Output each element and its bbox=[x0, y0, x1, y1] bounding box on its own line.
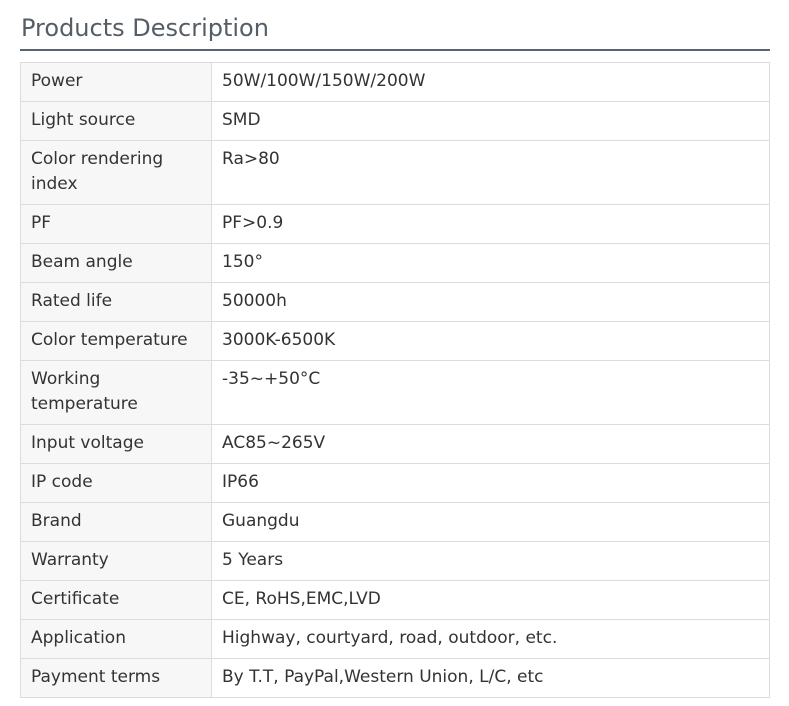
spec-value: CE, RoHS,EMC,LVD bbox=[211, 580, 770, 620]
table-row: Input voltage AC85~265V bbox=[20, 424, 770, 464]
spec-value: AC85~265V bbox=[211, 424, 770, 464]
spec-label: Light source bbox=[20, 101, 212, 141]
spec-value: Guangdu bbox=[211, 502, 770, 542]
spec-label: Color temperature bbox=[20, 321, 212, 361]
spec-value: 3000K-6500K bbox=[211, 321, 770, 361]
spec-label: Certificate bbox=[20, 580, 212, 620]
table-row: Warranty 5 Years bbox=[20, 541, 770, 581]
table-row: IP code IP66 bbox=[20, 463, 770, 503]
table-row: PF PF>0.9 bbox=[20, 204, 770, 244]
table-row: Light source SMD bbox=[20, 101, 770, 141]
spec-label: Power bbox=[20, 62, 212, 102]
product-description-section: Products Description Power 50W/100W/150W… bbox=[0, 0, 789, 698]
spec-value: 150° bbox=[211, 243, 770, 283]
spec-label: PF bbox=[20, 204, 212, 244]
table-row: Rated life 50000h bbox=[20, 282, 770, 322]
spec-value: 5 Years bbox=[211, 541, 770, 581]
table-row: Certificate CE, RoHS,EMC,LVD bbox=[20, 580, 770, 620]
table-row: Brand Guangdu bbox=[20, 502, 770, 542]
spec-value: Ra>80 bbox=[211, 140, 770, 205]
table-row: Color rendering index Ra>80 bbox=[20, 140, 770, 205]
spec-label: Application bbox=[20, 619, 212, 659]
spec-label: Brand bbox=[20, 502, 212, 542]
table-row: Beam angle 150° bbox=[20, 243, 770, 283]
section-title: Products Description bbox=[20, 0, 770, 51]
spec-value: 50000h bbox=[211, 282, 770, 322]
spec-value: Highway, courtyard, road, outdoor, etc. bbox=[211, 619, 770, 659]
spec-label: Input voltage bbox=[20, 424, 212, 464]
table-row: Color temperature 3000K-6500K bbox=[20, 321, 770, 361]
spec-value: IP66 bbox=[211, 463, 770, 503]
spec-value: By T.T, PayPal,Western Union, L/C, etc bbox=[211, 658, 770, 698]
spec-label: Working temperature bbox=[20, 360, 212, 425]
table-row: Working temperature -35~+50°C bbox=[20, 360, 770, 425]
spec-label: Rated life bbox=[20, 282, 212, 322]
spec-value: SMD bbox=[211, 101, 770, 141]
spec-table: Power 50W/100W/150W/200W Light source SM… bbox=[20, 62, 770, 698]
spec-label: Beam angle bbox=[20, 243, 212, 283]
spec-label: Color rendering index bbox=[20, 140, 212, 205]
table-row: Power 50W/100W/150W/200W bbox=[20, 62, 770, 102]
spec-value: -35~+50°C bbox=[211, 360, 770, 425]
spec-value: PF>0.9 bbox=[211, 204, 770, 244]
table-row: Payment terms By T.T, PayPal,Western Uni… bbox=[20, 658, 770, 698]
spec-value: 50W/100W/150W/200W bbox=[211, 62, 770, 102]
spec-label: IP code bbox=[20, 463, 212, 503]
spec-label: Warranty bbox=[20, 541, 212, 581]
spec-label: Payment terms bbox=[20, 658, 212, 698]
table-row: Application Highway, courtyard, road, ou… bbox=[20, 619, 770, 659]
